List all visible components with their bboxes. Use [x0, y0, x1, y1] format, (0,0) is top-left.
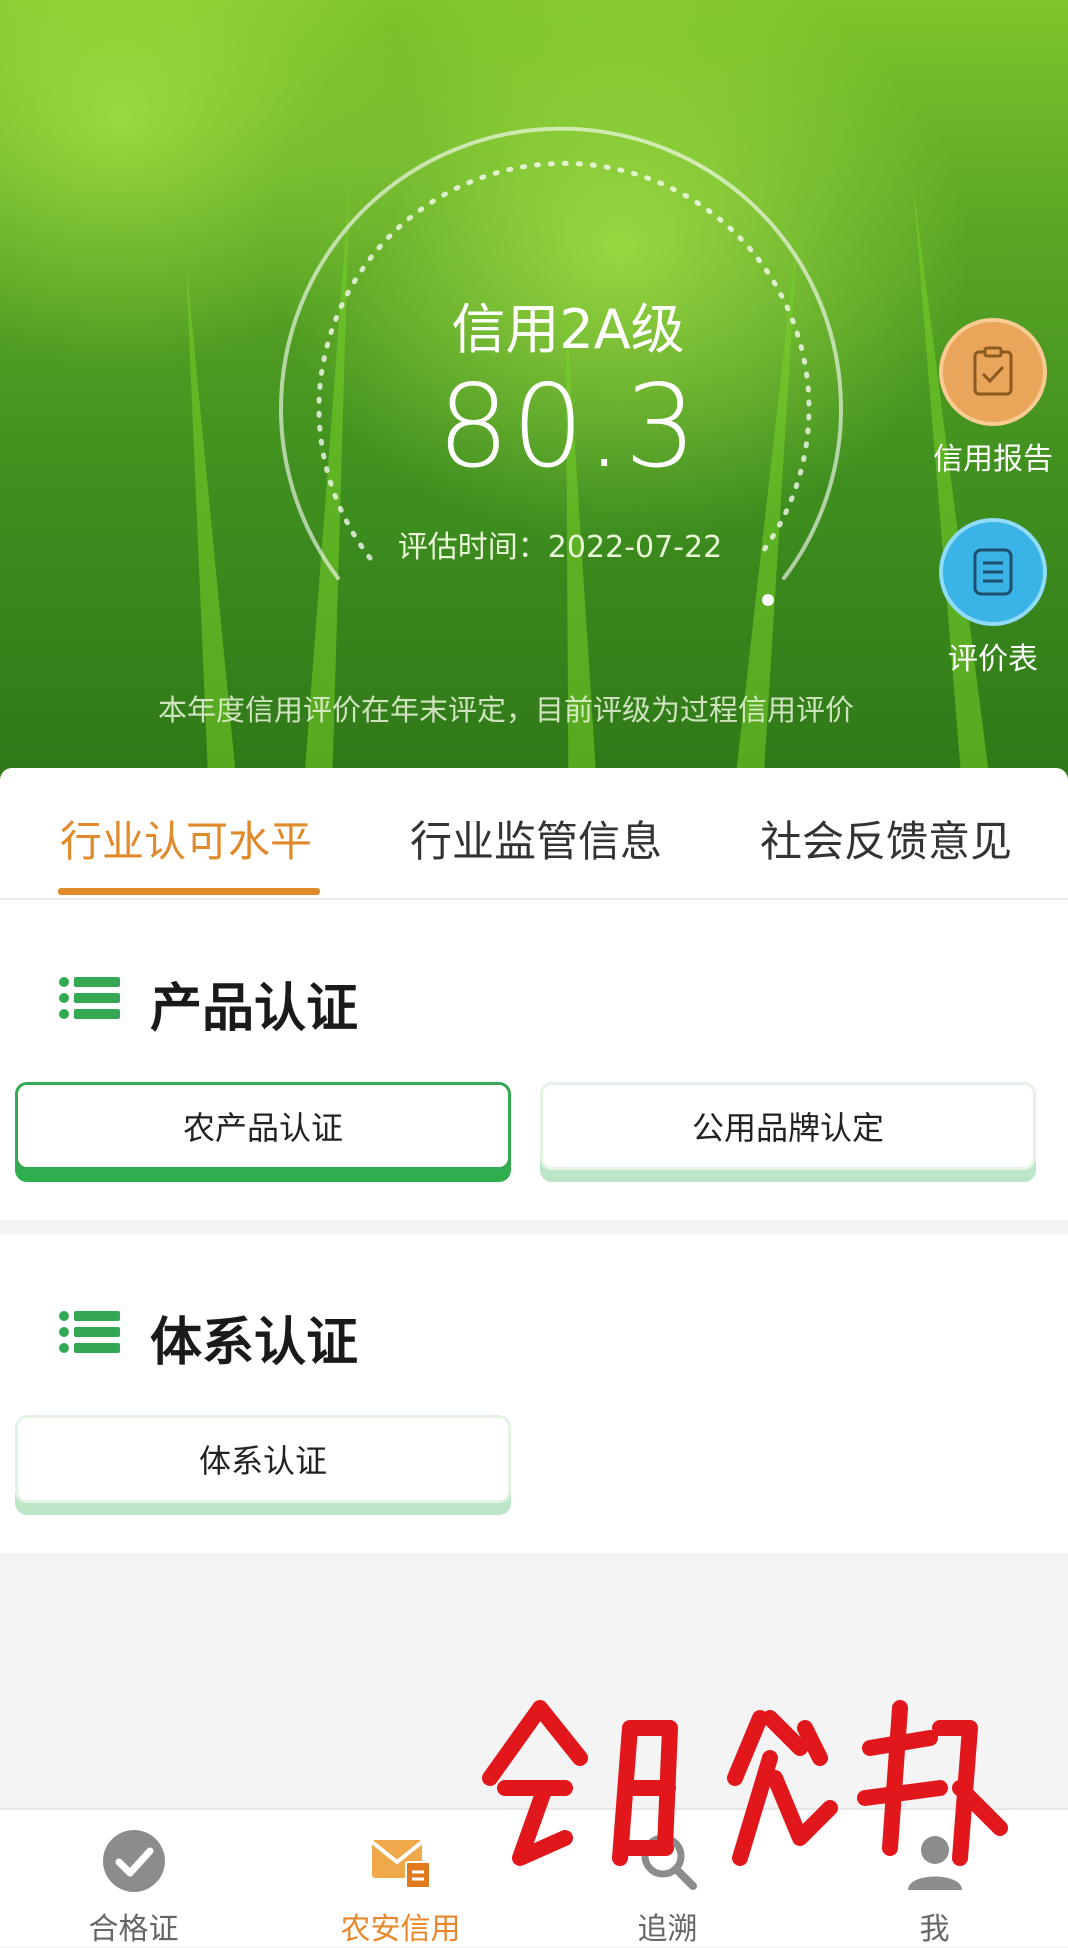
system-certification-button[interactable]: 体系认证: [15, 1415, 511, 1503]
product-certification-section: 产品认证 农产品认证 公用品牌认定: [0, 900, 1068, 1220]
hero-banner: 信用2A级 80.3 评估时间：2022-07-22 本年度信用评价在年末评定，…: [0, 0, 1068, 780]
rating-note: 本年度信用评价在年末评定，目前评级为过程信用评价: [157, 693, 854, 727]
nav-label: 农安信用: [340, 1912, 461, 1947]
newspaper-watermark-logo: [482, 1700, 1008, 1866]
nav-label: 我: [919, 1912, 950, 1947]
section-title: 产品认证: [150, 979, 359, 1039]
tab-industry-supervision[interactable]: 行业监管信息: [410, 808, 662, 869]
nav-item-certificate[interactable]: 合格证: [0, 1810, 267, 1947]
credit-report-label: 信用报告: [933, 442, 1053, 477]
list-icon: [59, 1311, 120, 1353]
section-title: 体系认证: [150, 1313, 359, 1373]
checkmark-circle-icon: [102, 1830, 165, 1892]
document-list-icon: [939, 518, 1047, 626]
envelope-badge-icon: [370, 1840, 431, 1889]
evaluation-form-button[interactable]: 评价表: [908, 518, 1068, 678]
list-icon: [59, 977, 120, 1019]
tab-social-feedback[interactable]: 社会反馈意见: [760, 808, 1012, 869]
public-brand-recognition-button[interactable]: 公用品牌认定: [540, 1082, 1036, 1170]
system-certification-section: 体系认证 体系认证: [0, 1235, 1068, 1553]
tab-industry-recognition[interactable]: 行业认可水平: [60, 808, 312, 869]
tab-bar: 行业认可水平 行业监管信息 社会反馈意见: [0, 768, 1068, 901]
active-tab-indicator: [58, 888, 320, 895]
nav-label: 合格证: [88, 1912, 179, 1947]
credit-report-button[interactable]: 信用报告: [908, 318, 1068, 478]
evaluation-form-label: 评价表: [948, 642, 1038, 677]
nav-label: 追溯: [637, 1912, 698, 1947]
agricultural-product-certification-button[interactable]: 农产品认证: [15, 1082, 511, 1170]
clipboard-check-icon: [939, 318, 1047, 426]
